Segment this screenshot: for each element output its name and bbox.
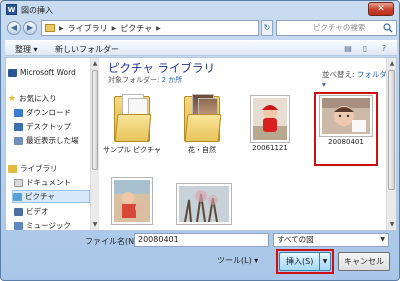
pictures-icon: [13, 192, 22, 201]
sidebar-item-music[interactable]: ミュージック: [14, 219, 90, 230]
target-label: 対象フォルダー:: [108, 76, 162, 84]
word-icon: [8, 68, 17, 77]
sidebar-item-label: ダウンロード: [26, 108, 71, 117]
photo-tile[interactable]: 20061121: [238, 96, 302, 153]
sidebar-item-label: 最近表示した場: [26, 136, 79, 145]
file-list-pane: ピクチャ ライブラリ 対象フォルダー: 2 か所 並べ替え: フォルダー ▾ サ…: [100, 58, 396, 230]
dialog-footer: ファイル名(N): 20080401 すべての図 ▼ ツール(L) ▾ 挿入(S…: [5, 233, 397, 278]
navigation-pane: Microsoft Word ★ お気に入り ダウンロード デスクトップ 最近表…: [6, 58, 90, 230]
folder-tile[interactable]: 花・自然: [170, 94, 234, 155]
library-title: ピクチャ ライブラリ: [108, 61, 216, 75]
photo-tile[interactable]: [100, 178, 164, 224]
cancel-button[interactable]: キャンセル: [338, 252, 390, 271]
documents-icon: [14, 178, 23, 187]
search-placeholder: ピクチャの検索: [313, 23, 366, 32]
toolbar: 整理 ▾ 新しいフォルダー ▤ ▯ ?: [5, 40, 397, 56]
sidebar-item-label: ピクチャ: [25, 192, 55, 201]
desktop-icon: [14, 122, 23, 131]
sidebar-item-libraries[interactable]: ライブラリ: [8, 162, 88, 175]
chevron-right-icon: ▶: [156, 24, 161, 32]
chevron-right-icon: ▶: [111, 24, 117, 32]
arrange-label: 並べ替え:: [322, 70, 357, 79]
chevron-right-icon: ▶: [59, 24, 64, 32]
title-bar: W 図の挿入 ✕: [1, 1, 399, 19]
video-icon: [14, 207, 23, 216]
tile-caption: 花・自然: [188, 146, 216, 154]
library-icon: [8, 164, 17, 173]
sidebar-item-label: デスクトップ: [26, 122, 71, 131]
scroll-down-icon[interactable]: ▼: [91, 220, 99, 229]
filename-input[interactable]: 20080401: [134, 233, 269, 247]
chevron-down-icon: ▼: [380, 236, 385, 243]
sidebar-item-label: ミュージック: [26, 221, 71, 230]
filename-label: ファイル名(N):: [85, 237, 140, 246]
refresh-button[interactable]: ↻: [261, 20, 273, 36]
sidebar-item-desktop[interactable]: デスクトップ: [14, 120, 90, 133]
scroll-up-icon[interactable]: ▲: [91, 59, 99, 68]
scroll-up-icon[interactable]: ▲: [388, 59, 396, 68]
insert-button-highlight: [276, 249, 334, 274]
new-folder-button[interactable]: 新しいフォルダー: [55, 44, 119, 55]
sidebar-item-pictures[interactable]: ピクチャ: [12, 190, 90, 203]
search-input[interactable]: ピクチャの検索: [276, 20, 397, 36]
scroll-thumb[interactable]: [92, 70, 98, 170]
sidebar-item-documents[interactable]: ドキュメント: [14, 176, 90, 189]
word-app-icon: W: [6, 4, 17, 15]
library-icon: [45, 24, 55, 32]
tile-caption: サンプル ピクチャ: [103, 146, 161, 154]
arrange-by: 並べ替え: フォルダー ▾: [322, 69, 396, 89]
file-type-select[interactable]: すべての図 ▼: [273, 233, 389, 247]
breadcrumb-libraries[interactable]: ライブラリ: [68, 23, 108, 34]
selection-highlight: [314, 92, 378, 166]
folder-icon: [182, 94, 222, 144]
sidebar-scrollbar[interactable]: ▲ ▼: [90, 58, 99, 230]
target-folders: 対象フォルダー: 2 か所: [108, 75, 182, 85]
sidebar-item-videos[interactable]: ビデオ: [14, 205, 90, 218]
folder-tile[interactable]: サンプル ピクチャ: [100, 94, 164, 155]
address-bar[interactable]: ▶ ライブラリ ▶ ピクチャ ▶: [41, 20, 259, 36]
photo-thumbnail: [251, 96, 289, 142]
help-icon[interactable]: ?: [379, 44, 389, 53]
close-button[interactable]: ✕: [368, 2, 394, 16]
sidebar-item-downloads[interactable]: ダウンロード: [14, 106, 90, 119]
content-area: Microsoft Word ★ お気に入り ダウンロード デスクトップ 最近表…: [5, 57, 397, 231]
organize-button[interactable]: 整理 ▾: [15, 44, 38, 55]
dialog-title: 図の挿入: [21, 6, 53, 15]
sidebar-item-label: Microsoft Word: [20, 68, 76, 77]
recent-icon: [14, 136, 23, 145]
photo-thumbnail: [177, 184, 231, 224]
file-list-scrollbar[interactable]: ▲ ▼: [386, 58, 396, 230]
photo-tile[interactable]: [172, 184, 236, 224]
download-icon: [14, 108, 23, 117]
address-row: ◀ ▶ ▶ ライブラリ ▶ ピクチャ ▶ ↻ ピクチャの検索: [5, 20, 397, 38]
sidebar-item-label: お気に入り: [19, 94, 57, 103]
folder-icon: [112, 94, 152, 144]
breadcrumb-pictures[interactable]: ピクチャ: [120, 23, 152, 34]
sidebar-item-favorites[interactable]: ★ お気に入り: [8, 92, 88, 105]
target-count-link[interactable]: 2 か所: [162, 76, 183, 84]
star-icon: ★: [8, 93, 17, 104]
tools-button[interactable]: ツール(L) ▾: [217, 255, 258, 266]
sidebar-item-recent[interactable]: 最近表示した場: [14, 134, 90, 147]
sidebar-item-word[interactable]: Microsoft Word: [8, 66, 88, 79]
back-button[interactable]: ◀: [7, 21, 21, 35]
scroll-thumb[interactable]: [388, 70, 395, 190]
sidebar-item-label: ビデオ: [26, 207, 49, 216]
search-icon: [383, 23, 393, 33]
music-icon: [14, 221, 23, 230]
scroll-down-icon[interactable]: ▼: [388, 220, 396, 229]
insert-picture-dialog: W 図の挿入 ✕ ◀ ▶ ▶ ライブラリ ▶ ピクチャ ▶ ↻ ピクチャの検索 …: [0, 0, 400, 281]
view-options-icon[interactable]: ▤: [343, 44, 353, 53]
sidebar-item-label: ライブラリ: [20, 164, 58, 173]
preview-pane-icon[interactable]: ▯: [360, 44, 370, 53]
forward-button[interactable]: ▶: [23, 21, 37, 35]
file-type-value: すべての図: [277, 235, 314, 244]
tile-caption: 20061121: [252, 144, 288, 152]
photo-thumbnail: [112, 178, 152, 224]
sidebar-item-label: ドキュメント: [26, 178, 71, 187]
